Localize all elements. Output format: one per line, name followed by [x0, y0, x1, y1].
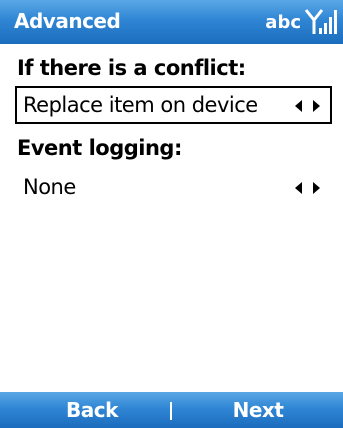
next-softkey[interactable]: Next: [178, 392, 338, 428]
page-title: Advanced: [14, 9, 121, 33]
input-mode-indicator: abc: [265, 12, 301, 33]
logging-picker-value: None: [23, 175, 76, 199]
logging-picker[interactable]: None: [15, 168, 332, 206]
conflict-picker[interactable]: Replace item on device: [15, 86, 332, 124]
screen: Advanced abc If there is a conflict: Rep…: [0, 0, 343, 428]
title-bar: Advanced abc: [0, 0, 343, 44]
signal-strength-icon: [304, 9, 337, 34]
logging-label: Event logging:: [17, 136, 182, 160]
arrow-left-icon[interactable]: [295, 100, 302, 112]
arrow-right-icon[interactable]: [313, 100, 320, 112]
arrow-right-icon[interactable]: [313, 182, 320, 194]
back-softkey[interactable]: Back: [12, 392, 172, 428]
conflict-picker-value: Replace item on device: [23, 93, 258, 117]
arrow-left-icon[interactable]: [295, 182, 302, 194]
softkey-bar: Back Next: [0, 392, 343, 428]
softkey-divider: [170, 402, 172, 420]
conflict-label: If there is a conflict:: [17, 56, 246, 80]
